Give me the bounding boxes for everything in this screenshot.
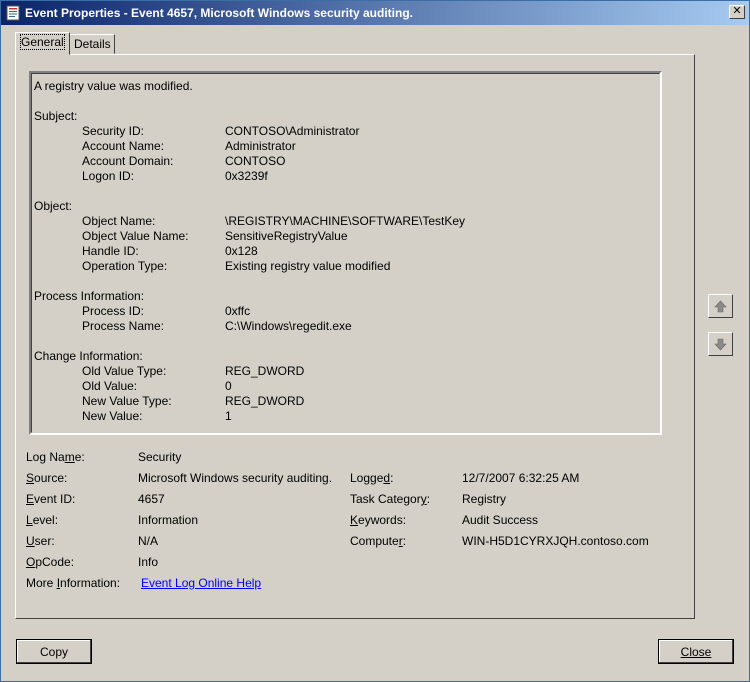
desc-label: Process ID: (82, 304, 145, 318)
desc-value: 0x128 (225, 244, 258, 258)
copy-button[interactable]: Copy (16, 639, 92, 664)
section-title-change: Change Information: (34, 349, 143, 363)
logged-label: Logged: (350, 471, 394, 485)
desc-value: 1 (225, 409, 232, 423)
event-description-box[interactable]: A registry value was modified. Subject: … (29, 71, 662, 435)
close-button-label: Close (680, 644, 712, 659)
logged-value: 12/7/2007 6:32:25 AM (462, 471, 580, 485)
event-id-value: 4657 (138, 492, 165, 506)
more-info-label: More Information: (26, 576, 121, 590)
event-id-label: Event ID: (26, 492, 76, 506)
desc-value: CONTOSO (225, 154, 286, 168)
computer-value: WIN-H5D1CYRXJQH.contoso.com (462, 534, 649, 548)
desc-value: CONTOSO\Administrator (225, 124, 360, 138)
computer-label: Computer: (350, 534, 407, 548)
desc-value: Existing registry value modified (225, 259, 391, 273)
tab-details-label: Details (74, 37, 111, 51)
desc-label: Logon ID: (82, 169, 135, 183)
desc-value: SensitiveRegistryValue (225, 229, 348, 243)
tab-general[interactable]: General (15, 32, 70, 55)
log-name-label: Log Name: (26, 450, 85, 464)
keywords-label: Keywords: (350, 513, 407, 527)
next-event-button[interactable] (708, 332, 733, 356)
user-label: User: (26, 534, 55, 548)
section-title-process: Process Information: (34, 289, 145, 303)
desc-label: Process Name: (82, 319, 165, 333)
desc-label: Operation Type: (82, 259, 168, 273)
source-label: Source: (26, 471, 68, 485)
arrow-down-icon (714, 338, 727, 350)
task-category-label: Task Category: (350, 492, 431, 506)
desc-value: \REGISTRY\MACHINE\SOFTWARE\TestKey (225, 214, 466, 228)
desc-value: 0xffc (225, 304, 251, 318)
desc-label: Handle ID: (82, 244, 139, 258)
desc-label: Account Name: (82, 139, 165, 153)
tab-general-label: General (20, 34, 65, 50)
window-title: Event Properties - Event 4657, Microsoft… (25, 6, 413, 20)
description-headline: A registry value was modified. (34, 79, 193, 93)
desc-label: Account Domain: (82, 154, 174, 168)
level-label: Level: (26, 513, 59, 527)
desc-value: Administrator (225, 139, 296, 153)
general-tab-panel: A registry value was modified. Subject: … (15, 54, 695, 619)
log-name-value: Security (138, 450, 182, 464)
desc-value: REG_DWORD (225, 394, 305, 408)
desc-value: 0 (225, 379, 232, 393)
copy-button-label: Copy (39, 644, 68, 659)
desc-label: Old Value: (82, 379, 138, 393)
event-log-online-help-link[interactable]: Event Log Online Help (141, 576, 261, 590)
section-title-subject: Subject: (34, 109, 78, 123)
desc-label: New Value Type: (82, 394, 172, 408)
desc-label: Old Value Type: (82, 364, 167, 378)
event-description-content: A registry value was modified. Subject: … (31, 73, 660, 433)
event-viewer-icon (6, 5, 20, 21)
title-close-button[interactable]: ✕ (729, 5, 745, 19)
desc-value: C:\Windows\regedit.exe (225, 319, 352, 333)
arrow-up-icon (714, 300, 727, 312)
close-button[interactable]: Close (658, 639, 734, 664)
user-value: N/A (138, 534, 159, 548)
opcode-value: Info (138, 555, 159, 569)
desc-label: New Value: (82, 409, 143, 423)
level-value: Information (138, 513, 199, 527)
previous-event-button[interactable] (708, 294, 733, 318)
desc-label: Object Name: (82, 214, 156, 228)
desc-value: 0x3239f (225, 169, 268, 183)
keywords-value: Audit Success (462, 513, 539, 527)
desc-value: REG_DWORD (225, 364, 305, 378)
desc-label: Security ID: (82, 124, 145, 138)
source-value: Microsoft Windows security auditing. (138, 471, 333, 485)
opcode-label: OpCode: (26, 555, 75, 569)
event-properties-window: Event Properties - Event 4657, Microsoft… (0, 0, 750, 682)
title-bar[interactable]: Event Properties - Event 4657, Microsoft… (1, 1, 749, 25)
task-category-value: Registry (462, 492, 507, 506)
section-title-object: Object: (34, 199, 73, 213)
close-icon: ✕ (732, 5, 742, 17)
tab-details[interactable]: Details (68, 34, 115, 54)
desc-label: Object Value Name: (82, 229, 189, 243)
